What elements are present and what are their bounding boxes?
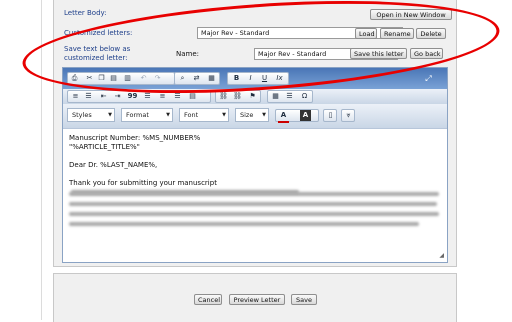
rich-text-editor[interactable]: ⎙ ✂ ❐ ▤ ▥ ↶ ↷ ⌕ ⇄ ▦ B I U Ix ⤢ ≡ ☰ ⇤ ⇥ 9… — [62, 67, 448, 263]
letter-line-ms-number: Manuscript Number: %MS_NUMBER% — [69, 134, 201, 142]
align-left-icon[interactable]: ☰ — [142, 91, 153, 102]
resize-handle-icon[interactable]: ◢ — [439, 252, 444, 259]
underline-button[interactable]: U — [259, 73, 270, 84]
preview-letter-button[interactable]: Preview Letter — [229, 294, 285, 305]
align-right-icon[interactable]: ☰ — [172, 91, 183, 102]
rename-button[interactable]: Rename — [380, 28, 414, 39]
go-back-button[interactable]: Go back — [410, 48, 443, 59]
save-text-label-line2: customized letter: — [64, 54, 128, 62]
redacted-line — [69, 222, 419, 226]
format-combo[interactable]: Format ▼ — [121, 108, 173, 122]
redo-icon[interactable]: ↷ — [152, 73, 163, 84]
find-group: ⌕ ⇄ ▦ — [174, 72, 220, 85]
selected-letter-value: Major Rev - Standard — [201, 29, 270, 37]
select-all-icon[interactable]: ▦ — [206, 73, 217, 84]
align-center-icon[interactable]: ≡ — [157, 91, 168, 102]
format-label: Format — [126, 111, 149, 119]
indent-icon[interactable]: ⇥ — [112, 91, 123, 102]
anchor-icon[interactable]: ⚑ — [247, 91, 258, 102]
styles-combo[interactable]: Styles ▼ — [67, 108, 115, 122]
chevron-down-icon: ▼ — [262, 112, 266, 118]
customized-letters-label: Customized letters: — [64, 29, 133, 37]
font-combo[interactable]: Font ▼ — [179, 108, 229, 122]
letter-body-label: Letter Body: — [64, 9, 107, 17]
numbered-list-icon[interactable]: ≡ — [70, 91, 81, 102]
redacted-line — [69, 202, 437, 206]
source-group: ▯ — [323, 109, 337, 122]
chevron-down-icon: ▼ — [108, 112, 112, 118]
copy-icon[interactable]: ❐ — [96, 73, 107, 84]
link-group: ⛓ ⛓ ⚑ — [215, 90, 261, 103]
editor-toolbar-row2: ≡ ☰ ⇤ ⇥ 99 ☰ ≡ ☰ ▤ ⛓ ⛓ ⚑ ▦ ☰ Ω — [63, 89, 447, 104]
paragraph-group: ≡ ☰ ⇤ ⇥ 99 ☰ ≡ ☰ ▤ — [67, 90, 211, 103]
table-icon[interactable]: ▦ — [270, 91, 281, 102]
name-label: Name: — [176, 50, 200, 58]
open-new-window-button[interactable]: Open in New Window — [370, 9, 452, 20]
letter-content[interactable]: Manuscript Number: %MS_NUMBER% "%ARTICLE… — [69, 134, 441, 233]
insert-group: ▦ ☰ Ω — [267, 90, 313, 103]
basic-style-group: B I U Ix — [227, 72, 289, 85]
styles-label: Styles — [72, 111, 92, 119]
editor-toolbar-row1: ⎙ ✂ ❐ ▤ ▥ ↶ ↷ ⌕ ⇄ ▦ B I U Ix ⤢ — [63, 68, 447, 89]
color-group: A A — [275, 109, 319, 123]
save-button[interactable]: Save — [291, 294, 317, 305]
bold-button[interactable]: B — [231, 73, 242, 84]
blockquote-icon[interactable]: 99 — [127, 91, 138, 102]
redacted-line — [69, 212, 439, 216]
link-icon[interactable]: ⛓ — [218, 91, 229, 102]
size-combo[interactable]: Size ▼ — [235, 108, 269, 122]
collapse-group: ⩔ — [341, 109, 355, 122]
chevron-down-icon: ▼ — [222, 112, 226, 118]
special-char-button[interactable]: Ω — [299, 91, 310, 102]
outdent-icon[interactable]: ⇤ — [98, 91, 109, 102]
action-panel: Cancel Preview Letter Save — [53, 273, 457, 322]
size-label: Size — [240, 111, 254, 119]
editor-toolbar-row3: Styles ▼ Format ▼ Font ▼ Size ▼ A A ▯ ⩔ — [63, 104, 447, 129]
load-button[interactable]: Load — [355, 28, 377, 39]
cut-icon[interactable]: ✂ — [84, 73, 95, 84]
print-icon[interactable]: ⎙ — [69, 73, 80, 84]
unlink-icon[interactable]: ⛓ — [232, 91, 243, 102]
cancel-button[interactable]: Cancel — [194, 294, 222, 305]
paste-icon[interactable]: ▤ — [108, 73, 119, 84]
redacted-line — [69, 192, 439, 196]
remove-format-button[interactable]: Ix — [274, 73, 285, 84]
page-left-divider — [41, 0, 42, 320]
delete-button[interactable]: Delete — [416, 28, 446, 39]
redacted-paragraph — [69, 189, 441, 233]
bg-color-button[interactable]: A — [300, 110, 311, 121]
save-this-letter-button[interactable]: Save this letter — [350, 48, 407, 59]
italic-button[interactable]: I — [245, 73, 256, 84]
replace-icon[interactable]: ⇄ — [191, 73, 202, 84]
justify-icon[interactable]: ▤ — [187, 91, 198, 102]
font-label: Font — [184, 111, 199, 119]
maximize-icon[interactable]: ⤢ — [423, 73, 434, 84]
letter-line-thanks: Thank you for submitting your manuscript — [69, 179, 217, 187]
letter-line-article-title: "%ARTICLE_TITLE%" — [69, 143, 140, 151]
find-icon[interactable]: ⌕ — [177, 73, 188, 84]
letter-editor-panel: Letter Body: Open in New Window Customiz… — [53, 0, 457, 267]
letter-line-salutation: Dear Dr. %LAST_NAME%, — [69, 161, 158, 169]
text-color-button[interactable]: A — [278, 110, 289, 123]
horizontal-rule-icon[interactable]: ☰ — [284, 91, 295, 102]
clipboard-group: ⎙ ✂ ❐ ▤ ▥ ↶ ↷ — [67, 72, 175, 85]
bullet-list-icon[interactable]: ☰ — [83, 91, 94, 102]
show-blocks-icon[interactable]: ▯ — [325, 110, 336, 121]
save-text-label-line1: Save text below as — [64, 45, 131, 53]
chevron-down-icon: ▼ — [166, 112, 170, 118]
paste-text-icon[interactable]: ▥ — [122, 73, 133, 84]
undo-icon[interactable]: ↶ — [138, 73, 149, 84]
collapse-toolbar-icon[interactable]: ⩔ — [343, 110, 354, 121]
